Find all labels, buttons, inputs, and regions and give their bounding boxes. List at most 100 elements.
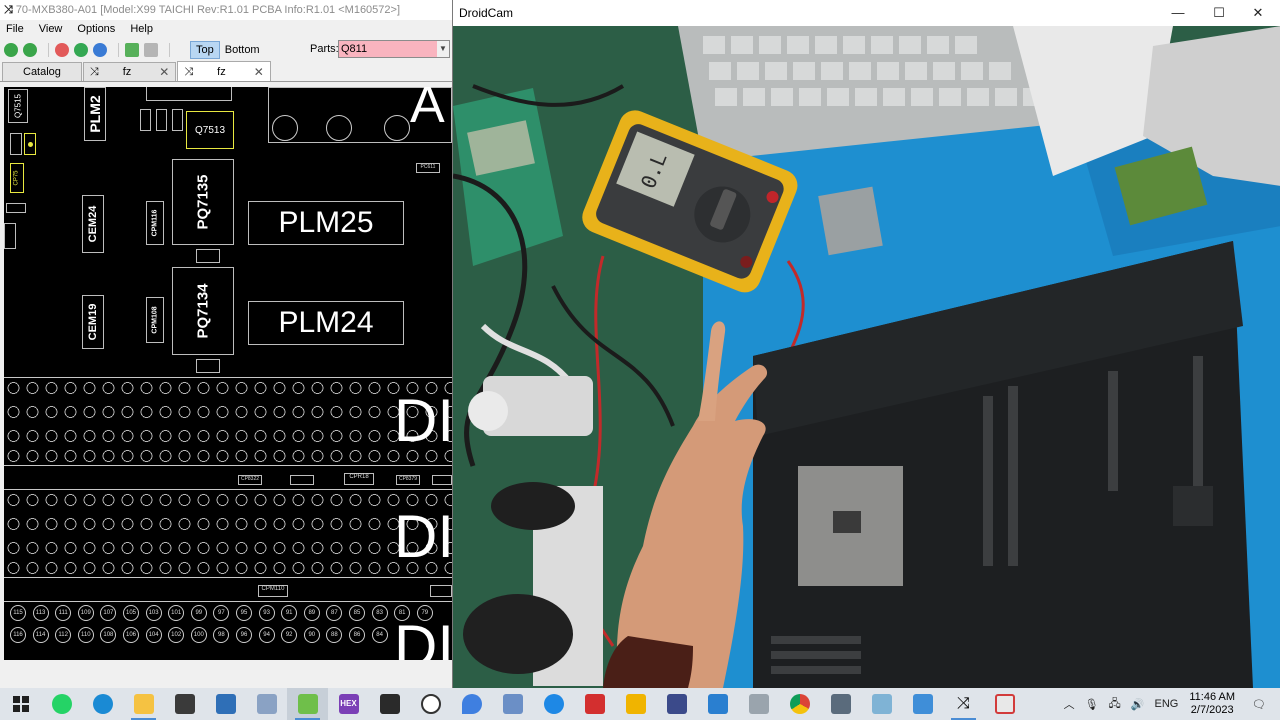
start-button[interactable]	[0, 688, 41, 720]
component-cpr18[interactable]: CPR18	[344, 473, 374, 485]
component-small[interactable]	[290, 475, 314, 485]
taskbar-app[interactable]	[246, 688, 287, 720]
menu-help[interactable]: Help	[130, 23, 153, 35]
taskbar-app[interactable]	[164, 688, 205, 720]
component-cpm116[interactable]: CPM116	[146, 201, 164, 245]
droidcam-titlebar[interactable]: DroidCam	[453, 0, 1280, 26]
component-pq7134[interactable]: PQ7134	[172, 267, 234, 355]
viewer-titlebar[interactable]: ⤨ 70-MXB380-A01 [Model:X99 TAICHI Rev:R1.…	[0, 0, 452, 20]
component-cp8322[interactable]: CP8322	[238, 475, 262, 485]
parts-select[interactable]: Q811 ▼	[338, 40, 450, 58]
taskbar-hex[interactable]: HEX	[328, 688, 369, 720]
microphone-icon[interactable]: 🎙	[1085, 698, 1099, 711]
pin-label[interactable]: 98	[213, 627, 230, 643]
chevron-up-icon[interactable]: ︿	[1064, 696, 1075, 712]
taskbar-app[interactable]	[574, 688, 615, 720]
taskbar-droidcam[interactable]	[287, 688, 328, 720]
taskbar-app[interactable]	[697, 688, 738, 720]
pin-label[interactable]: 108	[100, 627, 117, 643]
refresh-icon[interactable]	[4, 43, 18, 57]
close-tab-icon[interactable]: ✕	[159, 63, 169, 81]
pin-label[interactable]: 87	[326, 605, 343, 621]
pin-label[interactable]: 94	[258, 627, 275, 643]
pin-label[interactable]: 115	[10, 605, 26, 621]
component-q7513[interactable]: Q7513	[186, 111, 234, 149]
pin-label[interactable]: 102	[168, 627, 185, 643]
component-cem19[interactable]: CEM19	[82, 295, 104, 349]
menu-options[interactable]: Options	[77, 23, 115, 35]
component-plm2[interactable]: PLM2	[84, 87, 106, 141]
pin-label[interactable]: 90	[303, 627, 320, 643]
component-small[interactable]	[6, 203, 26, 213]
taskbar-app[interactable]	[738, 688, 779, 720]
component-q7515[interactable]: Q7515	[8, 89, 28, 123]
taskbar-edge[interactable]	[82, 688, 123, 720]
pcb-board-view[interactable]: Q7515 CP75 PLM2 Q7513 A PC611 PQ7135 CEM…	[4, 87, 452, 660]
component-plm24[interactable]: PLM24	[248, 301, 404, 345]
zoom-in-icon[interactable]	[93, 43, 107, 57]
pin-label[interactable]: 97	[213, 605, 230, 621]
pin-label[interactable]: 96	[236, 627, 252, 643]
volume-icon[interactable]: 🔊	[1131, 698, 1145, 711]
menu-view[interactable]: View	[39, 23, 63, 35]
pin-label[interactable]: 88	[326, 627, 343, 643]
component-cpm108[interactable]: CPM108	[146, 297, 164, 343]
tab-fz-1[interactable]: ⤨ fz ✕	[82, 62, 177, 81]
pin-label[interactable]: 86	[349, 627, 365, 643]
maximize-icon[interactable]: ☐	[1199, 0, 1239, 26]
back-arrow-icon[interactable]	[125, 43, 139, 57]
tab-catalog[interactable]: Catalog	[2, 62, 82, 81]
pin-label[interactable]: 100	[190, 627, 207, 643]
pin-label[interactable]: 99	[190, 605, 207, 621]
pin-label[interactable]: 107	[100, 605, 117, 621]
pin-label[interactable]: 113	[32, 605, 49, 621]
forward-arrow-icon[interactable]	[144, 43, 158, 57]
close-icon[interactable]: ✕	[1238, 0, 1278, 26]
component-small[interactable]	[10, 133, 22, 155]
taskbar-terminal[interactable]	[369, 688, 410, 720]
component-cem24[interactable]: CEM24	[82, 195, 104, 253]
taskbar-app[interactable]	[533, 688, 574, 720]
language-indicator[interactable]: ENG	[1155, 698, 1179, 710]
taskbar-app[interactable]	[984, 688, 1025, 720]
component-small[interactable]	[24, 133, 36, 155]
network-icon[interactable]: 🖧	[1109, 695, 1121, 714]
reload-icon[interactable]	[23, 43, 37, 57]
taskbar-app[interactable]	[820, 688, 861, 720]
taskbar-app[interactable]	[451, 688, 492, 720]
pin-label[interactable]: 91	[281, 605, 298, 621]
top-button[interactable]: Top	[190, 41, 220, 59]
chevron-down-icon[interactable]: ▼	[437, 41, 449, 57]
component-small[interactable]	[156, 109, 167, 131]
component-outline[interactable]	[196, 249, 220, 263]
component-cp8379[interactable]: CP8379	[396, 475, 420, 485]
pin-label[interactable]: 114	[32, 627, 49, 643]
taskbar-board-viewer[interactable]: ⤨	[943, 688, 984, 720]
bottom-button[interactable]: Bottom	[220, 41, 265, 59]
component-outline[interactable]	[146, 87, 232, 101]
component-pc611[interactable]: PC611	[416, 163, 440, 173]
pin-label[interactable]: 103	[145, 605, 162, 621]
minimize-icon[interactable]: —	[1158, 0, 1198, 26]
pin-label[interactable]: 95	[236, 605, 252, 621]
taskbar-chrome[interactable]	[779, 688, 820, 720]
component-small[interactable]	[432, 475, 452, 485]
taskbar-app[interactable]	[410, 688, 451, 720]
component-small[interactable]	[172, 109, 183, 131]
component-pq7135[interactable]: PQ7135	[172, 159, 234, 245]
taskbar-app[interactable]	[615, 688, 656, 720]
pin-label[interactable]: 110	[77, 627, 94, 643]
taskbar-app[interactable]	[205, 688, 246, 720]
taskbar-explorer[interactable]	[123, 688, 164, 720]
pin-label[interactable]: 101	[168, 605, 185, 621]
taskbar-whatsapp[interactable]	[41, 688, 82, 720]
component-cpm110[interactable]: CPM110	[258, 585, 288, 597]
close-tab-icon[interactable]: ✕	[254, 63, 264, 81]
taskbar-app[interactable]	[492, 688, 533, 720]
component-small[interactable]	[430, 585, 452, 597]
pin-label[interactable]: 85	[349, 605, 365, 621]
zoom-out-icon[interactable]	[55, 43, 69, 57]
pin-label[interactable]: 112	[55, 627, 72, 643]
tab-fz-2[interactable]: ⤨ fz ✕	[177, 61, 271, 81]
pin-label[interactable]: 104	[145, 627, 162, 643]
